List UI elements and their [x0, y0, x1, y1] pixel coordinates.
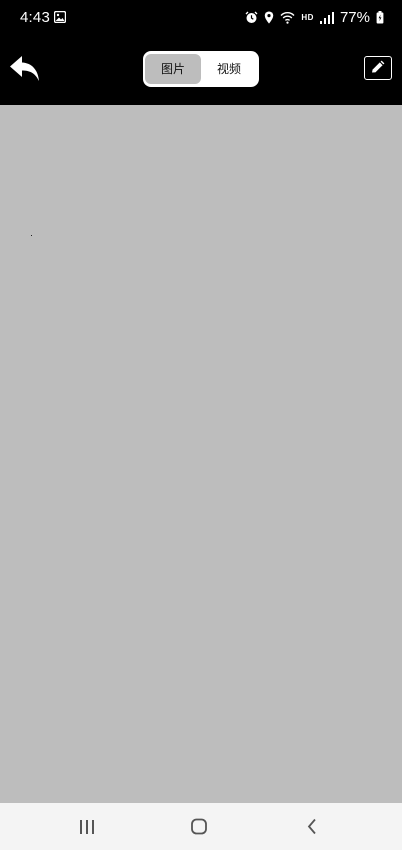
status-right-icons: HD 77%	[245, 9, 384, 26]
status-notification-icons	[53, 10, 67, 24]
home-button[interactable]	[179, 811, 219, 843]
status-time: 4:43	[20, 9, 50, 26]
tab-videos[interactable]: 视频	[201, 54, 257, 84]
back-button[interactable]	[8, 51, 42, 85]
alarm-icon	[245, 11, 258, 24]
system-navigation-bar	[0, 803, 402, 850]
media-content-area[interactable]	[0, 105, 402, 803]
edit-button[interactable]	[364, 56, 392, 80]
recents-icon	[67, 811, 107, 843]
content-dot	[31, 235, 32, 236]
recents-button[interactable]	[67, 811, 107, 843]
status-bar: 4:43 HD 77%	[0, 0, 402, 36]
home-icon	[179, 811, 219, 843]
network-type-label: HD	[301, 13, 314, 22]
nav-back-button[interactable]	[292, 811, 332, 843]
battery-percent: 77%	[339, 9, 370, 26]
tab-photos[interactable]: 图片	[145, 54, 201, 84]
image-icon	[53, 10, 67, 24]
back-arrow-icon	[8, 51, 42, 85]
media-type-switch: 图片 视频	[143, 51, 259, 87]
signal-icon	[319, 11, 334, 24]
wifi-icon	[280, 11, 295, 24]
battery-icon	[376, 11, 384, 24]
back-icon	[292, 811, 332, 843]
location-icon	[264, 11, 274, 24]
top-toolbar: 图片 视频	[0, 36, 402, 105]
